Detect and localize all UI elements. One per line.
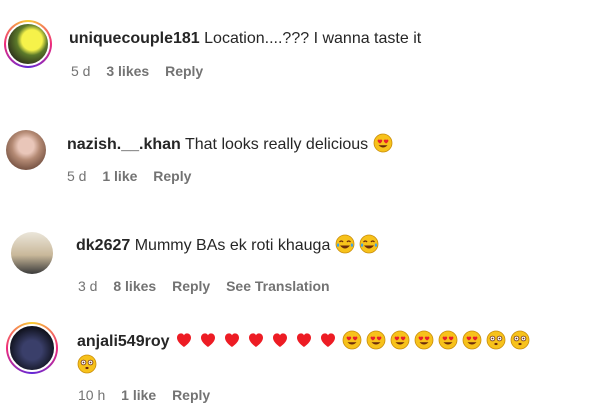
comment-likes[interactable]: 1 like — [121, 387, 156, 403]
avatar[interactable] — [4, 20, 52, 68]
comment-time: 5 d — [71, 63, 91, 79]
flushed-emoji — [486, 330, 506, 350]
red-heart-emoji — [272, 333, 287, 347]
heart-eyes-emoji — [414, 330, 434, 350]
flushed-emoji — [510, 330, 530, 350]
red-heart-emoji — [320, 333, 335, 347]
comment-line-wrap — [77, 354, 101, 376]
comment-line: uniquecouple181 Location....??? I wanna … — [69, 29, 421, 49]
comment-text: That looks really delicious — [184, 136, 369, 153]
heart-eyes-emoji — [366, 330, 386, 350]
comment-time: 5 d — [67, 168, 87, 184]
reply-button[interactable]: Reply — [172, 278, 210, 294]
tears-of-joy-emoji — [335, 234, 355, 254]
comment-likes[interactable]: 3 likes — [106, 63, 149, 79]
see-translation-button[interactable]: See Translation — [226, 278, 329, 294]
comment-likes[interactable]: 8 likes — [113, 278, 156, 294]
flushed-emoji — [77, 354, 97, 374]
heart-eyes-emoji — [342, 330, 362, 350]
heart-eyes-emoji — [390, 330, 410, 350]
comment-time: 3 d — [78, 278, 98, 294]
comment-likes[interactable]: 1 like — [102, 168, 137, 184]
red-heart-emoji — [224, 333, 239, 347]
comment-line: dk2627 Mummy BAs ek roti khauga — [76, 234, 383, 256]
comment-username[interactable]: nazish.__.khan — [67, 136, 181, 153]
red-heart-emoji — [176, 333, 191, 347]
comment-meta: 5 d 1 like Reply — [67, 167, 203, 185]
comment-meta: 5 d 3 likes Reply — [71, 62, 215, 80]
reply-button[interactable]: Reply — [165, 63, 203, 79]
emoji-row — [174, 330, 534, 350]
comment-text: Mummy BAs ek roti khauga — [134, 237, 331, 254]
avatar[interactable] — [6, 322, 58, 374]
red-heart-emoji — [248, 333, 263, 347]
comment-text: Location....??? I wanna taste it — [204, 30, 422, 47]
reply-button[interactable]: Reply — [153, 168, 191, 184]
comment-username[interactable]: anjali549roy — [77, 333, 170, 350]
avatar[interactable] — [11, 232, 53, 274]
comment-meta: 3 d 8 likes Reply See Translation — [78, 277, 342, 295]
comment-line: nazish.__.khan That looks really delicio… — [67, 133, 397, 155]
tears-of-joy-emoji — [359, 234, 379, 254]
comment-username[interactable]: uniquecouple181 — [69, 30, 200, 47]
comment-time: 10 h — [78, 387, 106, 403]
reply-button[interactable]: Reply — [172, 387, 210, 403]
comment-meta: 10 h 1 like Reply — [78, 386, 222, 404]
heart-eyes-emoji — [462, 330, 482, 350]
comment-line: anjali549roy — [77, 330, 534, 352]
comment-username[interactable]: dk2627 — [76, 237, 130, 254]
avatar[interactable] — [6, 130, 46, 170]
red-heart-emoji — [296, 333, 311, 347]
red-heart-emoji — [200, 333, 215, 347]
heart-eyes-emoji — [438, 330, 458, 350]
heart-eyes-emoji — [373, 133, 393, 153]
